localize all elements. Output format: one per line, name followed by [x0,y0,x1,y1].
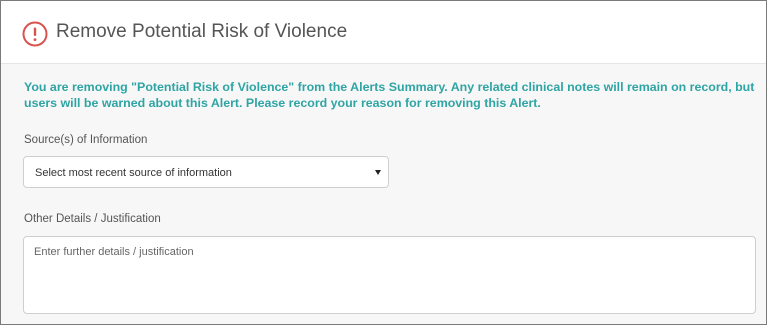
details-justification-textarea[interactable]: Enter further details / justification [23,236,756,314]
details-placeholder: Enter further details / justification [34,246,194,258]
removal-notice: You are removing "Potential Risk of Viol… [24,80,755,110]
remove-alert-dialog: Remove Potential Risk of Violence You ar… [0,0,767,325]
dialog-header: Remove Potential Risk of Violence [1,1,766,64]
source-of-information-label: Source(s) of Information [24,134,148,146]
caret-down-icon [375,170,381,175]
exclamation-circle-icon [22,21,48,47]
source-of-information-select[interactable]: Select most recent source of information [23,156,389,188]
dialog-title: Remove Potential Risk of Violence [56,21,348,42]
source-select-value: Select most recent source of information [35,167,232,179]
other-details-label: Other Details / Justification [24,213,161,225]
